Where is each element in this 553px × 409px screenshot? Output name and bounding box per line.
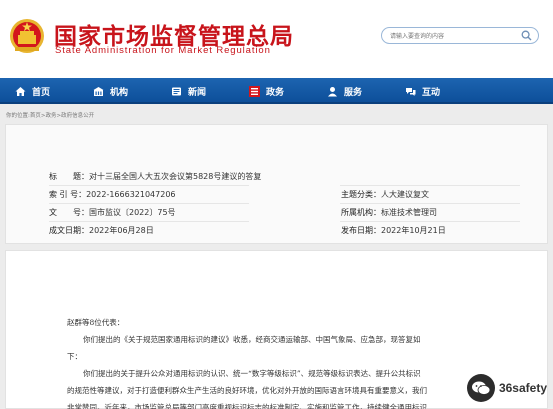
- news-icon: [172, 87, 181, 95]
- meta-category-label: 主题分类：: [341, 190, 381, 199]
- meta-published-value: 2022年10月21日: [381, 226, 446, 235]
- nav-item-label: 首页: [32, 87, 51, 98]
- nav-item-affairs[interactable]: 政务: [249, 78, 284, 104]
- meta-docno: 文 号：国市监议〔2022〕75号: [49, 207, 176, 218]
- wechat-logo-icon: [466, 374, 495, 402]
- meta-title-value: 对十三届全国人大五次会议第5828号建议的答复: [89, 172, 262, 181]
- building-icon: [93, 86, 104, 96]
- divider: [49, 185, 249, 186]
- nav-item-label: 政务: [266, 87, 285, 98]
- divider: [340, 185, 520, 186]
- paragraph-line: 你们提出的关于提升公众对通用标识的认识、统一“数字等级标识”、规范等级标识表达、…: [83, 369, 421, 378]
- meta-dept: 所属机构：标准技术管理司: [341, 207, 437, 218]
- meta-created-date: 成文日期：2022年06月28日: [49, 225, 154, 236]
- site-subtitle: State Administration for Market Regulati…: [55, 45, 271, 56]
- search-input[interactable]: [390, 30, 510, 42]
- nav-item-label: 互动: [422, 87, 441, 98]
- meta-docno-label: 文 号：: [49, 208, 89, 217]
- nav-item-organization[interactable]: 机构: [93, 78, 128, 104]
- nav-item-home[interactable]: 首页: [15, 78, 50, 104]
- paragraph-line: 的规范性等建议，对于打造便利群众生产生活的良好环境，优化对外开放的国际语言环境具…: [67, 386, 427, 395]
- watermark-text: 36safety: [498, 381, 547, 395]
- meta-title-label: 标 题：: [49, 172, 89, 181]
- paragraph-line: 你们提出的《关于规范国家通用标识的建议》收悉，经商交通运输部、中国气象局、应急部…: [83, 335, 421, 344]
- nav-item-news[interactable]: 新闻: [171, 78, 206, 104]
- meta-category: 主题分类：人大建议复文: [341, 189, 429, 200]
- meta-published-label: 发布日期：: [341, 226, 381, 235]
- interaction-icon: [406, 87, 416, 96]
- national-emblem-icon[interactable]: [9, 17, 45, 55]
- meta-created-value: 2022年06月28日: [89, 226, 154, 235]
- meta-published-date: 发布日期：2022年10月21日: [341, 225, 446, 236]
- nav-item-label: 机构: [110, 87, 129, 98]
- salutation: 赵群等8位代表：: [67, 318, 125, 327]
- meta-dept-value: 标准技术管理司: [381, 208, 437, 217]
- main-nav: 首页 机构 新闻 政务 服务 互动: [0, 78, 553, 104]
- meta-title: 标 题：对十三届全国人大五次会议第5828号建议的答复: [49, 171, 261, 182]
- breadcrumb[interactable]: 你的位置:首页>政务>政府信息公开: [6, 111, 94, 119]
- paragraph-line: 非常赞同。近年来，市场监管总局等部门高度重视标识标志的标准制定、实施和监管工作，…: [67, 403, 427, 409]
- nav-item-label: 服务: [344, 87, 363, 98]
- watermark: 36safety: [466, 374, 547, 402]
- site-header: 国家市场监督管理总局 State Administration for Mark…: [0, 0, 553, 78]
- meta-index-label: 索 引 号：: [49, 190, 87, 199]
- divider: [49, 203, 249, 204]
- meta-category-value: 人大建议复文: [381, 190, 429, 199]
- paragraph-line: 下：: [67, 352, 82, 361]
- search-box: [381, 27, 539, 44]
- nav-item-label: 新闻: [188, 87, 207, 98]
- divider: [340, 203, 520, 204]
- nav-item-interaction[interactable]: 互动: [405, 78, 440, 104]
- service-icon: [328, 86, 337, 96]
- home-icon: [15, 86, 26, 96]
- nav-item-service[interactable]: 服务: [327, 78, 362, 104]
- meta-dept-label: 所属机构：: [341, 208, 381, 217]
- search-icon[interactable]: [521, 30, 532, 41]
- divider: [49, 221, 249, 222]
- meta-docno-value: 国市监议〔2022〕75号: [89, 208, 176, 217]
- affairs-icon: [249, 85, 260, 97]
- meta-created-label: 成文日期：: [49, 226, 89, 235]
- divider: [340, 221, 520, 222]
- meta-index-value: 2022-1666321047206: [86, 190, 176, 199]
- meta-index: 索 引 号：2022-1666321047206: [49, 189, 176, 200]
